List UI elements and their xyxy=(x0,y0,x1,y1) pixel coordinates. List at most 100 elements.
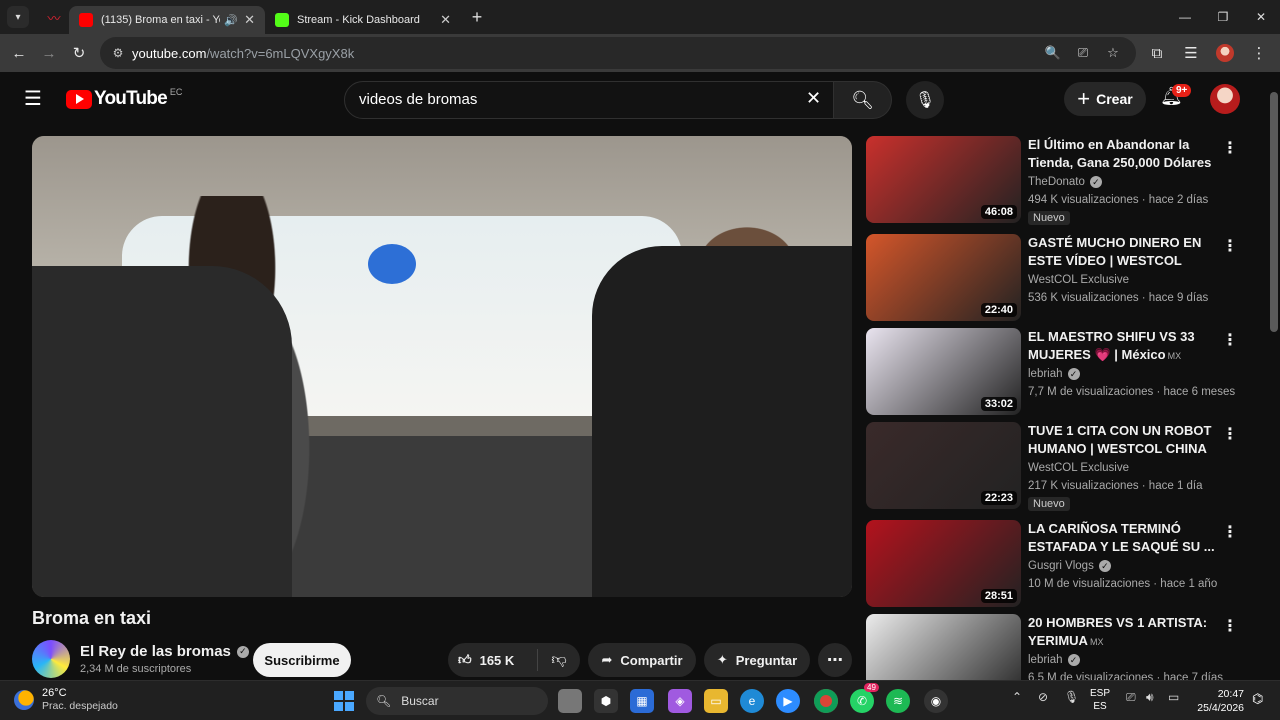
forward-icon[interactable]: → xyxy=(34,38,64,68)
windows-taskbar: 26°C Prac. despejado 🔍︎ Buscar ⬢ ▦ ◈ ▭ e … xyxy=(0,680,1280,720)
recommendation-title[interactable]: 20 HOMBRES VS 1 ARTISTA: YERIMUA MX xyxy=(1028,614,1216,650)
app-icon[interactable]: ⬢ xyxy=(594,689,618,713)
more-actions-button[interactable]: ⋯ xyxy=(818,643,852,677)
recommendation-channel[interactable]: WestCOL Exclusive xyxy=(1028,274,1129,286)
pinned-tab[interactable]: 〰 xyxy=(39,4,69,30)
url-text: youtube.com/watch?v=6mLQVXgyX8k xyxy=(132,45,355,61)
subscribe-button[interactable]: Suscribirme xyxy=(253,643,351,677)
weather-widget[interactable]: 26°C Prac. despejado xyxy=(14,687,118,712)
recommendation-title[interactable]: El Último en Abandonar la Tienda, Gana 2… xyxy=(1028,136,1216,172)
close-window-icon[interactable]: ✕ xyxy=(1242,0,1280,34)
more-options-icon[interactable]: ⋮ xyxy=(1222,236,1238,256)
tab-youtube[interactable]: (1135) Broma en taxi - YouTube 🔊 ✕ xyxy=(69,6,265,34)
reload-icon[interactable]: ↻ xyxy=(64,38,94,68)
recommendation-item[interactable]: 22:23 TUVE 1 CITA CON UN ROBOT HUMANO | W… xyxy=(866,422,1246,512)
close-tab-icon[interactable]: ✕ xyxy=(440,12,451,28)
bookmark-star-icon[interactable]: ☆ xyxy=(1100,45,1126,61)
extensions-icon[interactable]: ⧉ xyxy=(1142,38,1172,68)
cast-icon[interactable]: ⎚ xyxy=(1070,45,1096,61)
search-input[interactable]: videos de bromas xyxy=(344,81,834,119)
spotify-icon[interactable]: ≋ xyxy=(886,689,910,713)
recommendation-title[interactable]: EL MAESTRO SHIFU VS 33 MUJERES 💗 | Méxic… xyxy=(1028,328,1216,364)
speaker-icon[interactable]: 🔊 xyxy=(224,14,238,27)
whatsapp-icon[interactable]: ✆ 49 xyxy=(850,683,879,713)
channel-name[interactable]: El Rey de las bromas ✓ xyxy=(80,643,249,660)
weather-icon xyxy=(14,689,34,710)
minimize-icon[interactable]: — xyxy=(1166,0,1204,34)
close-tab-icon[interactable]: ✕ xyxy=(244,12,255,28)
zoom-icon[interactable]: 🔍 xyxy=(1040,45,1066,61)
browser-toolbar: ← → ↻ ⚙ youtube.com/watch?v=6mLQVXgyX8k … xyxy=(0,34,1280,72)
windows-start-icon[interactable] xyxy=(334,691,354,711)
file-explorer-icon[interactable]: ▭ xyxy=(704,689,728,713)
restore-icon[interactable]: ❐ xyxy=(1204,0,1242,34)
edge-icon[interactable]: e xyxy=(740,689,764,713)
notifications-button[interactable]: 🔔︎ 9+ xyxy=(1160,84,1192,107)
tray-app-icon[interactable]: ⊘ xyxy=(1038,690,1048,704)
page-scrollbar[interactable] xyxy=(1268,72,1280,682)
video-thumbnail[interactable]: 22:23 xyxy=(866,422,1021,509)
tray-expand-icon[interactable]: ⌃ xyxy=(1012,690,1022,704)
volume-icon[interactable]: 🔊︎ xyxy=(1146,690,1154,705)
browser-menu-icon[interactable]: ⋮ xyxy=(1244,38,1274,68)
new-tab-button[interactable]: + xyxy=(465,7,489,28)
recommendation-channel[interactable]: lebriah ✓ xyxy=(1028,654,1080,666)
notification-center-icon[interactable]: ⌬ xyxy=(1252,691,1263,707)
clear-search-icon[interactable]: ✕ xyxy=(806,88,821,109)
profile-avatar[interactable] xyxy=(1210,38,1240,68)
microphone-tray-icon[interactable]: 🎙︎ xyxy=(1064,690,1079,704)
taskbar-search[interactable]: 🔍︎ Buscar xyxy=(366,687,548,715)
youtube-logo[interactable]: YouTube EC xyxy=(66,87,182,110)
channel-avatar[interactable] xyxy=(32,640,70,678)
media-controls-icon[interactable]: ☰ xyxy=(1176,38,1206,68)
tab-search-button[interactable]: ▾ xyxy=(7,6,29,28)
recommendation-item[interactable]: 22:40 GASTÉ MUCHO DINERO EN ESTE VÍDEO | … xyxy=(866,234,1246,324)
video-thumbnail[interactable]: 22:40 xyxy=(866,234,1021,321)
recommendation-channel[interactable]: WestCOL Exclusive xyxy=(1028,462,1129,474)
recommendation-channel[interactable]: lebriah ✓ xyxy=(1028,368,1080,380)
dislike-button[interactable]: 👎︎ xyxy=(538,651,580,669)
recommendation-channel[interactable]: Gusgri Vlogs ✓ xyxy=(1028,560,1111,572)
language-indicator[interactable]: ESP ES xyxy=(1090,687,1110,713)
tab-kick[interactable]: Stream - Kick Dashboard ✕ xyxy=(265,6,461,34)
like-button[interactable]: 👍︎ 165 K xyxy=(448,649,538,671)
zoom-app-icon[interactable]: ▶ xyxy=(776,689,800,713)
address-bar[interactable]: ⚙ youtube.com/watch?v=6mLQVXgyX8k 🔍 ⎚ ☆ xyxy=(100,37,1136,69)
recommendation-title[interactable]: GASTÉ MUCHO DINERO EN ESTE VÍDEO | WESTC… xyxy=(1028,234,1216,270)
task-view-icon[interactable] xyxy=(558,689,582,713)
more-options-icon[interactable]: ⋮ xyxy=(1222,424,1238,444)
copilot-icon[interactable]: ◈ xyxy=(668,689,692,713)
ask-button[interactable]: ✦ Preguntar xyxy=(704,643,810,677)
search-button[interactable]: 🔍︎ xyxy=(834,81,892,119)
create-button[interactable]: + Crear xyxy=(1064,82,1146,116)
chrome-icon[interactable] xyxy=(814,689,838,713)
recommendation-title[interactable]: TUVE 1 CITA CON UN ROBOT HUMANO | WESTCO… xyxy=(1028,422,1216,458)
video-thumbnail[interactable]: 46:08 xyxy=(866,136,1021,223)
site-info-icon[interactable]: ⚙ xyxy=(104,46,132,60)
recommendation-meta: 7,7 M de visualizaciones · hace 6 meses xyxy=(1028,386,1236,398)
store-icon[interactable]: ▦ xyxy=(630,689,654,713)
account-avatar[interactable] xyxy=(1210,84,1240,114)
menu-icon[interactable]: ☰ xyxy=(20,86,46,112)
video-player[interactable] xyxy=(32,136,852,597)
scrollbar-thumb[interactable] xyxy=(1270,92,1278,332)
back-icon[interactable]: ← xyxy=(4,38,34,68)
more-options-icon[interactable]: ⋮ xyxy=(1222,138,1238,158)
recommendation-title[interactable]: LA CARIÑOSA TERMINÓ ESTAFADA Y LE SAQUÉ … xyxy=(1028,520,1216,556)
more-options-icon[interactable]: ⋮ xyxy=(1222,616,1238,636)
whatsapp-badge: 49 xyxy=(864,683,879,692)
recommendation-item[interactable]: 28:51 LA CARIÑOSA TERMINÓ ESTAFADA Y LE S… xyxy=(866,520,1246,610)
voice-search-button[interactable]: 🎙︎ xyxy=(906,81,944,119)
display-icon[interactable]: ⎚ xyxy=(1126,690,1136,705)
battery-icon[interactable]: ▭ xyxy=(1168,690,1179,704)
recommendation-item[interactable]: 46:08 El Último en Abandonar la Tienda, G… xyxy=(866,136,1246,226)
obs-icon[interactable]: ◉ xyxy=(924,689,948,713)
recommendation-channel[interactable]: TheDonato ✓ xyxy=(1028,176,1102,188)
recommendation-item[interactable]: 33:02 EL MAESTRO SHIFU VS 33 MUJERES 💗 | … xyxy=(866,328,1246,418)
system-clock[interactable]: 20:47 25/4/2026 xyxy=(1196,687,1244,715)
more-options-icon[interactable]: ⋮ xyxy=(1222,522,1238,542)
more-options-icon[interactable]: ⋮ xyxy=(1222,330,1238,350)
video-thumbnail[interactable]: 33:02 xyxy=(866,328,1021,415)
share-button[interactable]: ➦ Compartir xyxy=(588,643,696,677)
video-thumbnail[interactable]: 28:51 xyxy=(866,520,1021,607)
